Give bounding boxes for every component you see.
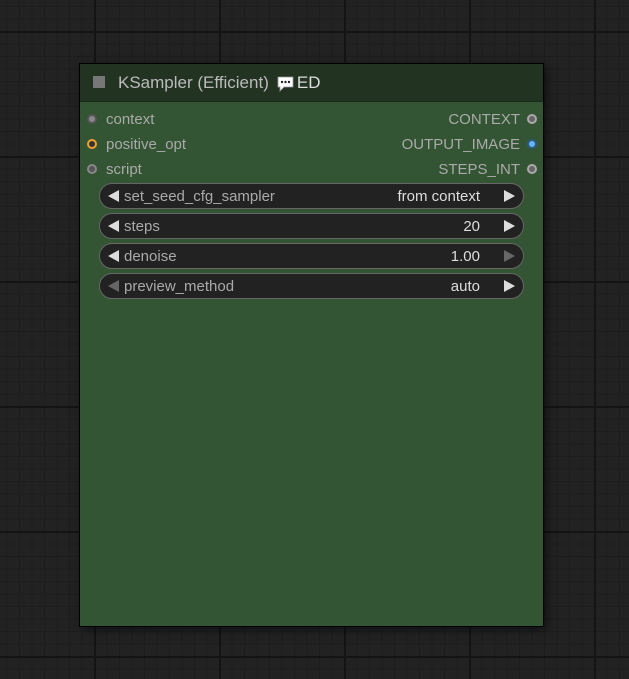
input-dot-script[interactable] xyxy=(87,164,97,174)
ksampler-node[interactable]: KSampler (Efficient) ED context CONTEXT … xyxy=(80,64,543,626)
node-title-text: KSampler (Efficient) xyxy=(118,73,269,92)
widget-value: 20 xyxy=(463,218,480,235)
decrement-arrow-icon[interactable] xyxy=(108,190,119,202)
input-label-script: script xyxy=(106,160,142,178)
decrement-arrow-icon[interactable] xyxy=(108,280,119,292)
widget-value: from context xyxy=(397,188,480,205)
combo-widget-preview-method[interactable]: preview_method auto xyxy=(99,273,524,299)
input-slot-context[interactable]: context xyxy=(87,109,154,129)
input-dot-positive-opt[interactable] xyxy=(87,139,97,149)
input-label-positive-opt: positive_opt xyxy=(106,135,187,153)
increment-arrow-icon[interactable] xyxy=(504,250,515,262)
node-title: KSampler (Efficient) ED xyxy=(118,73,320,93)
output-dot-output-image[interactable] xyxy=(527,139,537,149)
node-header[interactable]: KSampler (Efficient) ED xyxy=(80,64,543,102)
output-slot-steps-int[interactable]: STEPS_INT xyxy=(438,159,537,179)
increment-arrow-icon[interactable] xyxy=(504,280,515,292)
increment-arrow-icon[interactable] xyxy=(504,190,515,202)
output-label-context: CONTEXT xyxy=(448,110,520,128)
slot-row-3: script STEPS_INT xyxy=(80,159,543,179)
output-label-output-image: OUTPUT_IMAGE xyxy=(401,135,520,153)
input-slot-script[interactable]: script xyxy=(87,159,142,179)
input-slot-positive-opt[interactable]: positive_opt xyxy=(87,134,186,154)
widget-label: denoise xyxy=(124,248,177,265)
widget-value: auto xyxy=(450,278,480,295)
node-badge-label: ED xyxy=(296,73,321,92)
input-label-context: context xyxy=(106,110,155,128)
speech-bubble-icon xyxy=(277,76,294,92)
output-slot-context[interactable]: CONTEXT xyxy=(448,109,537,129)
output-dot-context[interactable] xyxy=(527,114,537,124)
number-widget-denoise[interactable]: denoise 1.00 xyxy=(99,243,524,269)
output-label-steps-int: STEPS_INT xyxy=(438,160,520,178)
widget-label: preview_method xyxy=(124,278,235,295)
collapse-toggle[interactable] xyxy=(93,76,105,88)
increment-arrow-icon[interactable] xyxy=(504,220,515,232)
combo-widget-set-seed-cfg-sampler[interactable]: set_seed_cfg_sampler from context xyxy=(99,183,524,209)
slot-row-1: context CONTEXT xyxy=(80,109,543,129)
widget-label: set_seed_cfg_sampler xyxy=(124,188,275,205)
decrement-arrow-icon[interactable] xyxy=(108,250,119,262)
output-slot-output-image[interactable]: OUTPUT_IMAGE xyxy=(402,134,537,154)
widget-label: steps xyxy=(124,218,160,235)
input-dot-context[interactable] xyxy=(87,114,97,124)
output-dot-steps-int[interactable] xyxy=(527,164,537,174)
slot-row-2: positive_opt OUTPUT_IMAGE xyxy=(80,134,543,154)
widget-value: 1.00 xyxy=(450,248,480,265)
number-widget-steps[interactable]: steps 20 xyxy=(99,213,524,239)
decrement-arrow-icon[interactable] xyxy=(108,220,119,232)
